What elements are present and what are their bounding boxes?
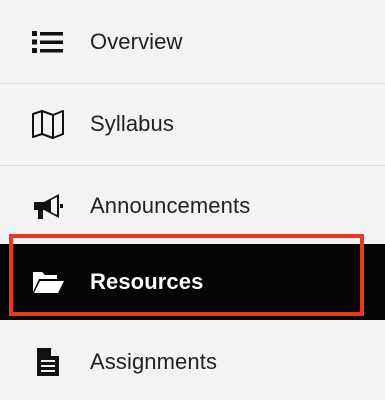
nav-item-label: Assignments <box>90 349 218 374</box>
list-icon <box>28 22 68 62</box>
course-nav-sidebar: Overview Syllabus Announcements Resource… <box>0 0 385 400</box>
folder-open-icon <box>28 262 68 302</box>
nav-item-label: Resources <box>90 269 204 294</box>
nav-item-assignments[interactable]: Assignments <box>0 322 385 400</box>
nav-item-label: Syllabus <box>90 111 174 136</box>
nav-item-resources[interactable]: Resources <box>0 244 385 320</box>
nav-item-syllabus[interactable]: Syllabus <box>0 84 385 164</box>
document-icon <box>28 342 68 382</box>
map-icon <box>28 104 68 144</box>
nav-item-label: Overview <box>90 29 183 54</box>
megaphone-icon <box>28 186 68 226</box>
nav-item-label: Announcements <box>90 193 251 218</box>
nav-item-announcements[interactable]: Announcements <box>0 166 385 246</box>
nav-item-overview[interactable]: Overview <box>0 2 385 82</box>
